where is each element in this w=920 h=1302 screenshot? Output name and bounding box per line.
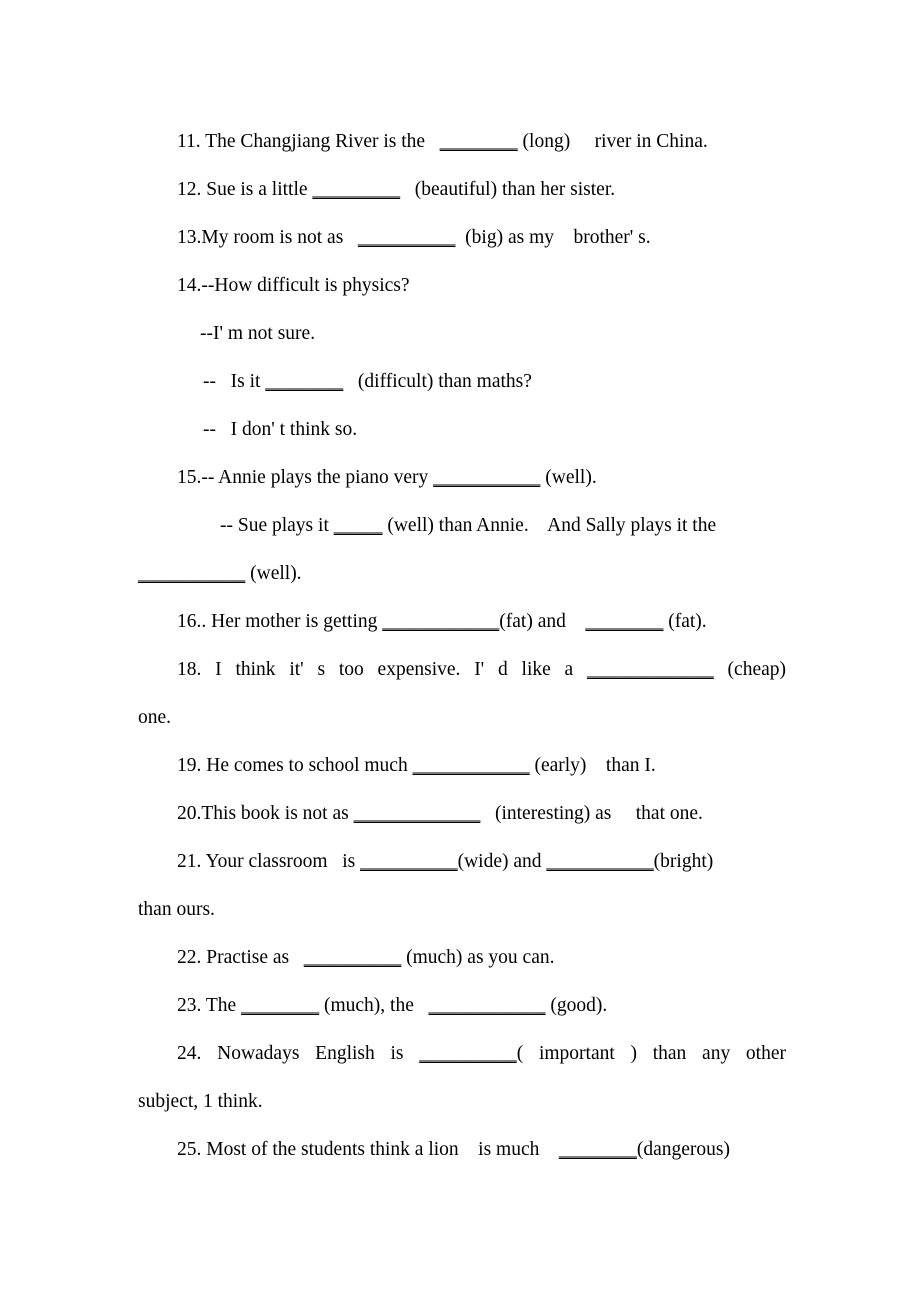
line-text: 20.This book is not as — [177, 803, 354, 824]
line-text: 24. Nowadays English is — [177, 1043, 420, 1064]
line-text: (well). — [245, 563, 302, 584]
exercise-line: 11. The Changjiang River is the ________… — [138, 118, 786, 166]
line-text: 25. Most of the students think a lion is… — [177, 1139, 559, 1160]
line-text: (much) as you can. — [401, 947, 555, 968]
exercise-line: --I' m not sure. — [138, 310, 786, 358]
answer-blank[interactable]: ____________ — [413, 755, 530, 776]
exercise-line: 13.My room is not as __________ (big) as… — [138, 214, 786, 262]
exercise-list: 11. The Changjiang River is the ________… — [138, 118, 786, 1174]
line-text: -- Sue plays it — [220, 515, 334, 536]
exercise-line: 18. I think it' s too expensive. I' d li… — [138, 646, 786, 694]
exercise-line: -- Sue plays it _____ (well) than Annie.… — [138, 502, 786, 550]
line-text: (interesting) as that one. — [480, 803, 703, 824]
line-text: 19. He comes to school much — [177, 755, 413, 776]
answer-blank[interactable]: __________ — [304, 947, 402, 968]
answer-blank[interactable]: ________ — [559, 1139, 637, 1160]
line-text: (big) as my brother' s. — [455, 227, 651, 248]
line-text: ( important ) than any other — [516, 1043, 786, 1064]
answer-blank[interactable]: ________ — [265, 371, 343, 392]
line-text: --I' m not sure. — [200, 323, 316, 344]
answer-blank[interactable]: ____________ — [428, 995, 545, 1016]
answer-blank[interactable]: ________ — [241, 995, 319, 1016]
line-text: 21. Your classroom is — [177, 851, 361, 872]
answer-blank[interactable]: _____________ — [354, 803, 481, 824]
answer-blank[interactable]: __________ — [360, 851, 458, 872]
exercise-line: 12. Sue is a little _________ (beautiful… — [138, 166, 786, 214]
answer-blank[interactable]: __________ — [358, 227, 456, 248]
exercise-line: 19. He comes to school much ____________… — [138, 742, 786, 790]
line-text: 14.--How difficult is physics? — [177, 275, 410, 296]
answer-blank[interactable]: _________ — [312, 179, 400, 200]
answer-blank[interactable]: __________ — [419, 1043, 517, 1064]
line-text: 13.My room is not as — [177, 227, 358, 248]
answer-blank[interactable]: _____________ — [587, 659, 714, 680]
line-text: subject, 1 think. — [138, 1091, 263, 1112]
exercise-line: 22. Practise as __________ (much) as you… — [138, 934, 786, 982]
answer-blank[interactable]: ___________ — [138, 563, 245, 584]
line-text: 18. I think it' s too expensive. I' d li… — [177, 659, 588, 680]
exercise-line: 20.This book is not as _____________ (in… — [138, 790, 786, 838]
exercise-line: 15.-- Annie plays the piano very _______… — [138, 454, 786, 502]
line-text: (wide) and — [457, 851, 547, 872]
line-text: one. — [138, 707, 172, 728]
line-text: (early) than I. — [529, 755, 656, 776]
line-text: -- I don' t think so. — [203, 419, 358, 440]
line-text: (good). — [545, 995, 608, 1016]
line-text: (bright) — [653, 851, 714, 872]
answer-blank[interactable]: ___________ — [546, 851, 653, 872]
line-text: (fat). — [663, 611, 707, 632]
line-text: (well). — [540, 467, 597, 488]
line-text: (dangerous) — [636, 1139, 730, 1160]
exercise-line: 23. The ________ (much), the ___________… — [138, 982, 786, 1030]
exercise-line: 24. Nowadays English is __________( impo… — [138, 1030, 786, 1078]
exercise-line: 16.. Her mother is getting ____________(… — [138, 598, 786, 646]
line-text: (well) than Annie. And Sally plays it th… — [382, 515, 717, 536]
line-text: (cheap) — [713, 659, 787, 680]
line-text: 16.. Her mother is getting — [177, 611, 383, 632]
line-text: (long) river in China. — [517, 131, 708, 152]
exercise-line: than ours. — [138, 886, 786, 934]
line-text: 22. Practise as — [177, 947, 304, 968]
line-text: 23. The — [177, 995, 242, 1016]
answer-blank[interactable]: ___________ — [433, 467, 540, 488]
exercise-line: -- I don' t think so. — [138, 406, 786, 454]
line-text: 11. The Changjiang River is the — [177, 131, 440, 152]
line-text: than ours. — [138, 899, 215, 920]
answer-blank[interactable]: ____________ — [382, 611, 499, 632]
exercise-line: ___________ (well). — [138, 550, 786, 598]
answer-blank[interactable]: _____ — [334, 515, 383, 536]
line-text: 12. Sue is a little — [177, 179, 313, 200]
answer-blank[interactable]: ________ — [440, 131, 518, 152]
line-text: (fat) and — [499, 611, 586, 632]
exercise-line: 21. Your classroom is __________(wide) a… — [138, 838, 786, 886]
exercise-line: 25. Most of the students think a lion is… — [138, 1126, 786, 1174]
answer-blank[interactable]: ________ — [585, 611, 663, 632]
line-text: (beautiful) than her sister. — [400, 179, 616, 200]
exercise-line: subject, 1 think. — [138, 1078, 786, 1126]
line-text: (much), the — [319, 995, 429, 1016]
line-text: (difficult) than maths? — [343, 371, 532, 392]
exercise-line: -- Is it ________ (difficult) than maths… — [138, 358, 786, 406]
line-text: 15.-- Annie plays the piano very — [177, 467, 434, 488]
exercise-line: 14.--How difficult is physics? — [138, 262, 786, 310]
worksheet-page: 11. The Changjiang River is the ________… — [0, 0, 920, 1302]
line-text: -- Is it — [203, 371, 266, 392]
exercise-line: one. — [138, 694, 786, 742]
